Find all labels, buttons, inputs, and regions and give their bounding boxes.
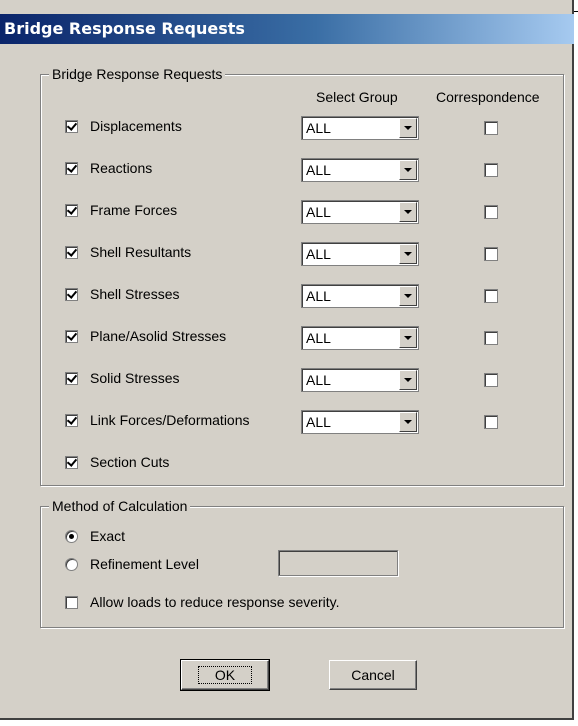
request-checkbox[interactable]: [65, 456, 78, 469]
chevron-down-icon[interactable]: [399, 412, 417, 432]
requests-group-title: Bridge Response Requests: [49, 65, 226, 83]
window-title: Bridge Response Requests: [4, 19, 245, 38]
request-checkbox[interactable]: [65, 246, 78, 259]
request-label: Displacements: [90, 118, 182, 134]
title-bar[interactable]: Bridge Response Requests: [0, 14, 574, 44]
request-checkbox[interactable]: [65, 162, 78, 175]
request-label: Reactions: [90, 160, 153, 176]
ok-button-label: OK: [197, 666, 253, 684]
chevron-down-icon[interactable]: [399, 328, 417, 348]
chevron-down-icon[interactable]: [399, 160, 417, 180]
refinement-label: Refinement Level: [90, 556, 199, 572]
chevron-down-icon[interactable]: [399, 370, 417, 390]
chevron-down-icon[interactable]: [399, 202, 417, 222]
select-group-value: ALL: [306, 162, 331, 178]
request-label: Shell Stresses: [90, 286, 180, 302]
dialog-window: Bridge Response Requests Bridge Response…: [0, 0, 574, 720]
select-group-dropdown[interactable]: ALL: [301, 116, 419, 140]
correspondence-checkbox[interactable]: [484, 289, 498, 303]
select-group-value: ALL: [306, 246, 331, 262]
request-checkbox[interactable]: [65, 204, 78, 217]
exact-radio[interactable]: [65, 530, 78, 543]
correspondence-checkbox[interactable]: [484, 331, 498, 345]
correspondence-checkbox[interactable]: [484, 415, 498, 429]
correspondence-checkbox[interactable]: [484, 121, 498, 135]
refinement-level-input[interactable]: [278, 550, 398, 576]
request-label: Plane/Asolid Stresses: [90, 328, 227, 344]
request-checkbox[interactable]: [65, 372, 78, 385]
cancel-button[interactable]: Cancel: [329, 660, 417, 690]
select-group-dropdown[interactable]: ALL: [301, 200, 419, 224]
allow-loads-label: Allow loads to reduce response severity.: [90, 594, 340, 610]
exact-label: Exact: [90, 528, 126, 544]
refinement-radio[interactable]: [65, 558, 78, 571]
select-group-dropdown[interactable]: ALL: [301, 326, 419, 350]
select-group-header: Select Group: [316, 89, 398, 105]
request-label: Shell Resultants: [90, 244, 192, 260]
request-checkbox[interactable]: [65, 414, 78, 427]
request-label: Link Forces/Deformations: [90, 412, 250, 428]
select-group-value: ALL: [306, 414, 331, 430]
correspondence-checkbox[interactable]: [484, 163, 498, 177]
correspondence-checkbox[interactable]: [484, 205, 498, 219]
correspondence-checkbox[interactable]: [484, 247, 498, 261]
select-group-dropdown[interactable]: ALL: [301, 242, 419, 266]
select-group-dropdown[interactable]: ALL: [301, 368, 419, 392]
select-group-dropdown[interactable]: ALL: [301, 158, 419, 182]
request-label: Frame Forces: [90, 202, 178, 218]
correspondence-header: Correspondence: [436, 89, 540, 105]
select-group-value: ALL: [306, 330, 331, 346]
correspondence-checkbox[interactable]: [484, 373, 498, 387]
select-group-dropdown[interactable]: ALL: [301, 284, 419, 308]
request-checkbox[interactable]: [65, 330, 78, 343]
allow-loads-checkbox[interactable]: [65, 596, 78, 609]
chevron-down-icon[interactable]: [399, 286, 417, 306]
select-group-value: ALL: [306, 372, 331, 388]
request-checkbox[interactable]: [65, 288, 78, 301]
select-group-value: ALL: [306, 204, 331, 220]
chevron-down-icon[interactable]: [399, 244, 417, 264]
select-group-value: ALL: [306, 120, 331, 136]
cancel-button-label: Cancel: [351, 667, 395, 683]
method-group-title: Method of Calculation: [49, 497, 191, 515]
ok-button[interactable]: OK: [180, 659, 270, 691]
select-group-dropdown[interactable]: ALL: [301, 410, 419, 434]
chevron-down-icon[interactable]: [399, 118, 417, 138]
select-group-value: ALL: [306, 288, 331, 304]
request-label: Section Cuts: [90, 454, 170, 470]
request-checkbox[interactable]: [65, 120, 78, 133]
request-label: Solid Stresses: [90, 370, 180, 386]
